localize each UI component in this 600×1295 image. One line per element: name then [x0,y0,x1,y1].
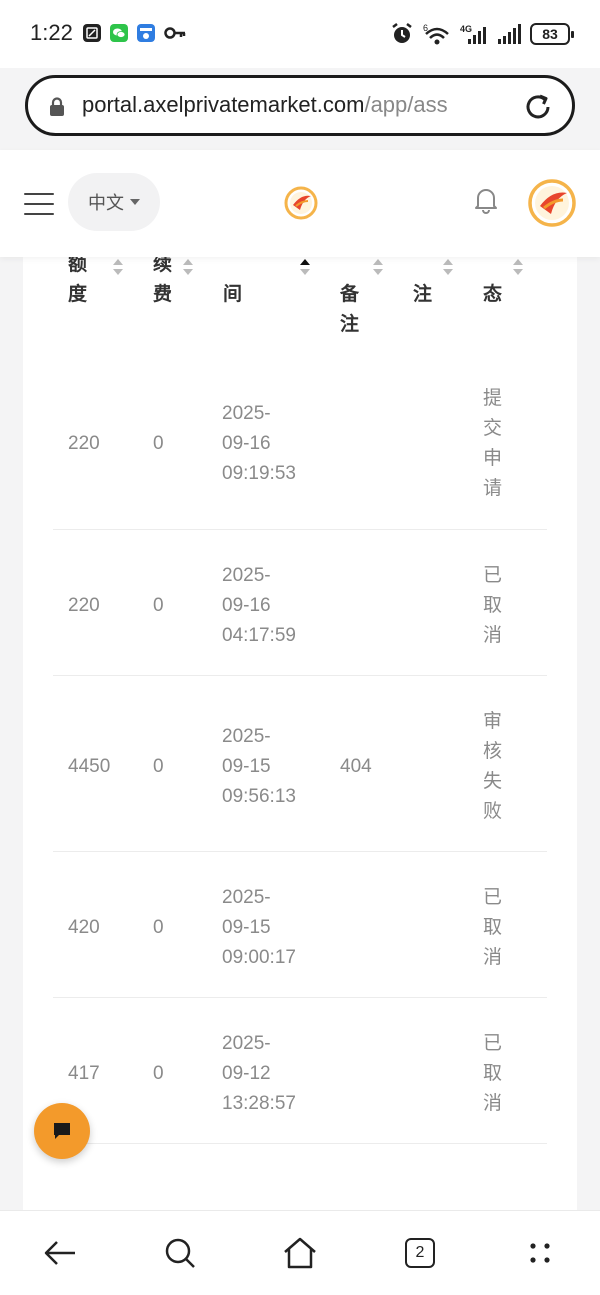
brand-logo [284,186,318,220]
sort-icon[interactable] [182,257,194,277]
url-text[interactable]: portal.axelprivatemarket.com/app/ass [82,92,512,122]
lock-icon[interactable] [48,97,66,117]
more-dots-icon [530,1243,550,1263]
cell-time: 2025- 09-12 13:28:57 [222,1033,296,1114]
header-text: 注 [413,283,433,305]
sort-icon[interactable] [372,257,384,277]
network-label: 4G [460,24,472,34]
header-text: 费 [153,283,173,305]
cell-fee: 0 [153,595,164,616]
bell-icon[interactable] [473,186,499,214]
cell-status: 已 取 消 [483,1033,503,1114]
chat-button[interactable] [34,1103,90,1159]
cellular-icon [498,24,521,44]
home-icon [284,1237,316,1269]
key-icon [164,27,186,39]
battery-indicator: 83 [530,23,574,45]
table-row[interactable]: 220 0 2025- 09-16 09:19:53 提 交 申 请 [53,337,547,530]
sort-icon[interactable] [112,257,124,277]
cell-status: 已 取 消 [483,887,503,968]
url-path: /app/ass [364,92,448,117]
status-bar: 1:22 6 4G 83 [0,0,600,68]
status-time: 1:22 [30,20,73,45]
tabs-button[interactable]: 2 [400,1233,440,1273]
cell-amount: 4450 [68,756,111,777]
page: 1:22 6 4G 83 portal.axelprivatemarket.co… [0,0,600,1295]
wifi-icon: 6 [423,23,449,45]
wechat-icon [110,24,128,42]
alarm-icon [392,23,412,43]
header-text: 度 [68,283,88,305]
header-text: 额 [68,257,88,275]
avatar[interactable] [528,179,576,227]
column-header-amount[interactable]: 额 度 [68,257,87,309]
column-header-remark[interactable]: 备 注 [340,257,359,339]
cell-remark: 404 [340,756,372,777]
table-row[interactable]: 4450 0 2025- 09-15 09:56:13 404 审 核 失 败 [53,676,547,852]
header-text: 间 [223,283,243,305]
caret-down-icon [130,199,140,205]
records-card: 额 度 续 费 间 备 注 注 态 220 0 2025- 09-16 09:1… [23,257,577,1210]
back-button[interactable] [40,1233,80,1273]
header-text: 续 [153,257,173,275]
browser-nav-bar: 2 [0,1210,600,1295]
cell-status: 提 交 申 请 [483,388,503,499]
notification-app-icon [83,24,101,42]
language-label: 中文 [88,193,124,214]
menu-icon[interactable] [24,193,54,215]
reload-icon[interactable] [522,91,554,123]
cell-time: 2025- 09-15 09:00:17 [222,887,296,968]
column-header-status[interactable]: 态 [483,257,502,309]
sort-icon[interactable] [442,257,454,277]
cell-fee: 0 [153,1063,164,1084]
cell-fee: 0 [153,756,164,777]
cell-amount: 220 [68,433,100,454]
column-header-fee[interactable]: 续 费 [153,257,172,309]
status-icons: 6 4G 83 [390,21,574,47]
column-header-note[interactable]: 注 [413,257,432,309]
cell-fee: 0 [153,917,164,938]
chat-bubble-icon [54,1123,70,1139]
language-selector[interactable]: 中文 [68,173,160,231]
header-text: 备 [340,283,360,305]
cell-amount: 220 [68,595,100,616]
address-bar[interactable]: portal.axelprivatemarket.com/app/ass [25,75,575,136]
cell-time: 2025- 09-16 04:17:59 [222,565,296,646]
back-arrow-icon [44,1241,75,1265]
table-row[interactable]: 220 0 2025- 09-16 04:17:59 已 取 消 [53,530,547,676]
url-host: portal.axelprivatemarket.com [82,92,365,117]
app-header: 中文 [0,150,600,257]
travel-app-icon [137,24,155,42]
column-header-time[interactable]: 间 [223,257,242,309]
table-row[interactable]: 420 0 2025- 09-15 09:00:17 已 取 消 [53,852,547,998]
cell-time: 2025- 09-16 09:19:53 [222,403,296,484]
cellular-4g-icon: 4G [460,24,486,44]
cell-fee: 0 [153,433,164,454]
sort-icon[interactable] [512,257,524,277]
more-button[interactable] [520,1233,560,1273]
sort-desc-icon[interactable] [299,257,311,277]
cell-amount: 417 [68,1063,100,1084]
table-row[interactable]: 417 0 2025- 09-12 13:28:57 已 取 消 [53,998,547,1144]
cell-time: 2025- 09-15 09:56:13 [222,726,296,807]
cell-amount: 420 [68,917,100,938]
cell-status: 审 核 失 败 [483,711,503,822]
search-button[interactable] [160,1233,200,1273]
home-button[interactable] [280,1233,320,1273]
cell-status: 已 取 消 [483,565,503,646]
header-text: 态 [483,283,503,305]
tabs-count: 2 [405,1238,435,1268]
search-icon [165,1238,195,1268]
header-text: 注 [340,313,360,335]
